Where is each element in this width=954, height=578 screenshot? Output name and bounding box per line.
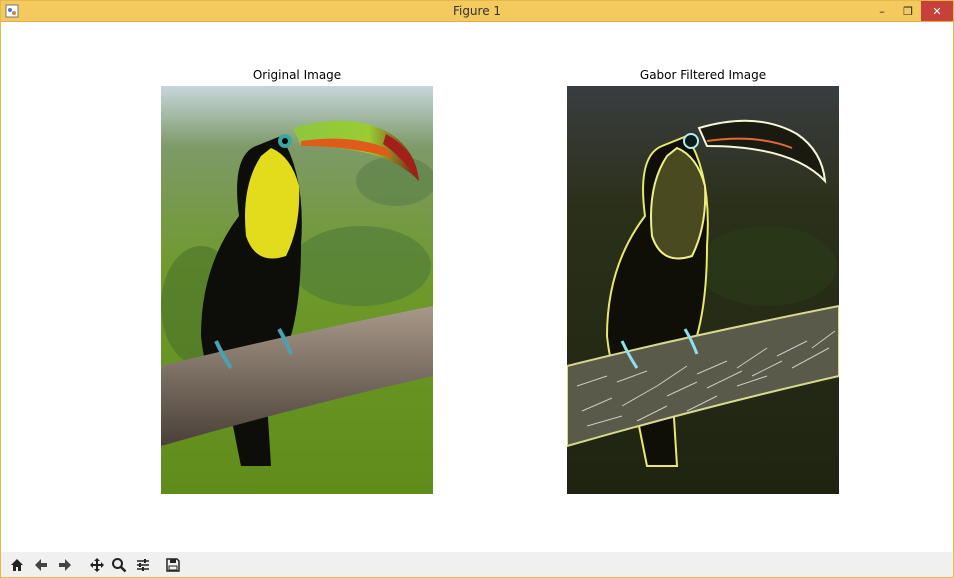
close-button[interactable]: ✕	[921, 1, 953, 21]
window-title: Figure 1	[452, 4, 502, 18]
gabor-filtered-image	[567, 86, 839, 494]
gabor-image-title: Gabor Filtered Image	[639, 68, 767, 82]
original-image	[161, 86, 433, 494]
figure-window: Figure 1 – ❐ ✕ Original Image Gabor Filt…	[0, 0, 954, 578]
zoom-icon[interactable]	[109, 555, 129, 575]
figure-canvas[interactable]: Original Image Gabor Filtered Image	[1, 22, 953, 552]
back-icon[interactable]	[31, 555, 51, 575]
restore-button[interactable]: ❐	[895, 1, 921, 21]
home-icon[interactable]	[7, 555, 27, 575]
minimize-button[interactable]: –	[869, 1, 895, 21]
title-bar[interactable]: Figure 1 – ❐ ✕	[1, 1, 953, 22]
original-image-title: Original Image	[252, 68, 342, 82]
configure-subplots-icon[interactable]	[133, 555, 153, 575]
save-icon[interactable]	[163, 555, 183, 575]
pan-icon[interactable]	[87, 555, 107, 575]
navigation-toolbar	[1, 552, 953, 577]
forward-icon[interactable]	[55, 555, 75, 575]
